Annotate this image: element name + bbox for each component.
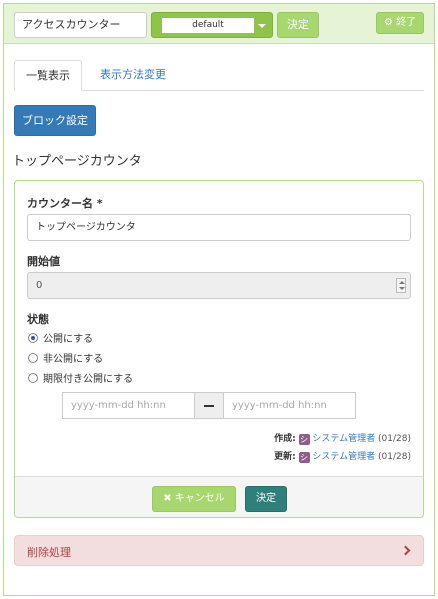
status-option-public[interactable]: 公開にする xyxy=(28,330,93,345)
chevron-down-icon xyxy=(258,24,266,28)
number-spinner[interactable] xyxy=(396,278,406,293)
page-title: トップページカウンタ xyxy=(12,154,142,169)
publish-start-input[interactable]: yyyy-mm-dd hh:nn xyxy=(62,392,195,419)
submit-button[interactable]: 決定 xyxy=(245,486,287,512)
status-option-label: 非公開にする xyxy=(43,354,104,365)
start-value-input[interactable]: 0 xyxy=(27,272,411,299)
tab-display-settings[interactable]: 表示方法変更 xyxy=(88,60,178,91)
edit-panel: カウンター名 * トップページカウンタ 開始値 0 状態 xyxy=(14,180,424,518)
gear-icon: ⚙ xyxy=(383,17,393,28)
user-icon: シ xyxy=(298,434,310,445)
status-option-limited[interactable]: 期限付き公開にする xyxy=(28,370,133,385)
close-button[interactable]: ⚙ 終了 xyxy=(376,12,424,34)
block-settings-button[interactable]: ブロック設定 xyxy=(14,105,96,136)
radio-icon[interactable] xyxy=(28,353,38,363)
chevron-right-icon xyxy=(400,545,411,556)
start-value-label: 開始値 xyxy=(27,255,60,268)
updated-info: 更新: シ システム管理者 (01/28) xyxy=(274,449,411,463)
close-icon: ✖ xyxy=(163,493,172,504)
publish-end-input[interactable]: yyyy-mm-dd hh:nn xyxy=(223,392,356,419)
spinner-down-icon xyxy=(399,287,405,290)
status-label: 状態 xyxy=(27,313,49,326)
user-icon: シ xyxy=(298,452,310,463)
counter-name-label-text: カウンター名 xyxy=(27,197,93,210)
cancel-button-label: キャンセル xyxy=(174,493,225,504)
counter-name-label: カウンター名 * xyxy=(27,195,103,211)
required-mark: * xyxy=(96,197,103,210)
created-label: 作成: xyxy=(274,434,296,444)
updated-date: (01/28) xyxy=(378,452,411,462)
status-option-private[interactable]: 非公開にする xyxy=(28,350,103,365)
spinner-up-icon xyxy=(399,281,405,284)
header-decide-button[interactable]: 決定 xyxy=(277,12,319,38)
cancel-button[interactable]: ✖ キャンセル xyxy=(152,486,236,512)
status-option-label: 期限付き公開にする xyxy=(43,374,134,385)
created-user-link[interactable]: システム管理者 xyxy=(312,434,375,444)
theme-select[interactable]: default xyxy=(151,12,273,38)
start-value: 0 xyxy=(36,280,43,291)
counter-name-input[interactable]: トップページカウンタ xyxy=(27,214,411,241)
theme-select-value: default xyxy=(162,18,254,33)
status-option-label: 公開にする xyxy=(43,334,94,345)
updated-user-link[interactable]: システム管理者 xyxy=(312,452,375,462)
radio-icon[interactable] xyxy=(28,373,38,383)
updated-label: 更新: xyxy=(274,452,296,462)
delete-label: 削除処理 xyxy=(27,546,71,559)
created-info: 作成: シ システム管理者 (01/28) xyxy=(274,431,411,445)
range-dash-icon xyxy=(195,392,223,419)
radio-checked-icon[interactable] xyxy=(28,333,38,343)
created-date: (01/28) xyxy=(378,434,411,444)
tab-list-view[interactable]: 一覧表示 xyxy=(14,60,82,91)
delete-section-toggle[interactable]: 削除処理 xyxy=(14,535,424,566)
close-button-label: 終了 xyxy=(396,17,417,28)
frame-name-input[interactable]: アクセスカウンター xyxy=(14,12,147,38)
